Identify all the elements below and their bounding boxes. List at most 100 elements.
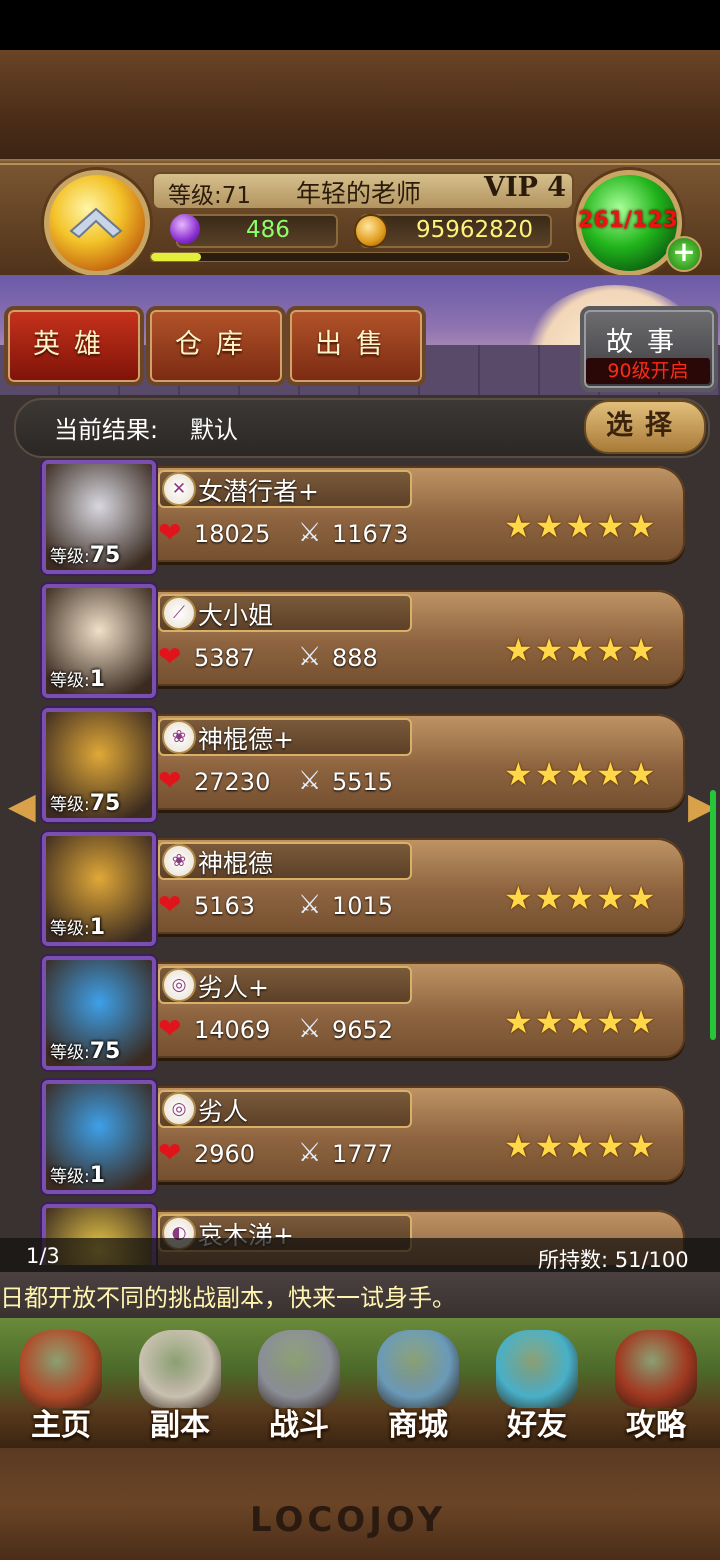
hero-level: 等级:75 (50, 1039, 121, 1064)
hero-portrait[interactable]: 等级:75 (42, 956, 156, 1070)
heart-icon: ❤ (158, 888, 182, 921)
hero-name: 劣人 (198, 1097, 249, 1126)
prev-page-arrow-icon[interactable]: ◀ (8, 786, 36, 827)
star-icon: ★ (534, 1127, 564, 1165)
hero-level: 等级:75 (50, 543, 121, 568)
hero-attack: 888 (332, 644, 378, 672)
nav-item[interactable]: 商城 (359, 1322, 477, 1446)
story-label: 故事 (606, 327, 688, 358)
hero-name: 神棍德+ (198, 725, 294, 754)
hero-portrait[interactable]: 等级:75 (42, 708, 156, 822)
star-icon: ★ (596, 879, 625, 917)
hero-portrait[interactable]: 等级:75 (42, 460, 156, 574)
nav-item[interactable]: 副本 (121, 1322, 239, 1446)
crossed-swords-icon: ⚔ (298, 1014, 322, 1044)
hero-stars: ★ ★ ★ ★ ★ (504, 632, 674, 668)
hero-row[interactable]: 等级:1 ❀ 神棍德 ❤ 5163 ⚔ 1015 ★ ★ ★ ★ ★ (40, 832, 690, 946)
nav-item[interactable]: 攻略 (597, 1322, 715, 1446)
select-button[interactable]: 选择 (584, 400, 706, 454)
heart-icon: ❤ (158, 516, 182, 549)
vip-badge[interactable]: VIP 4 (484, 172, 566, 203)
hero-portrait[interactable]: 等级:1 (42, 584, 156, 698)
star-icon: ★ (626, 631, 656, 669)
tab-heroes[interactable]: 英雄 (4, 306, 144, 386)
hero-stars: ★ ★ ★ ★ ★ (504, 1128, 674, 1164)
stamina-value: 261/123 (578, 208, 678, 233)
bow-icon: ◎ (162, 968, 196, 1002)
skull-icon (139, 1330, 221, 1408)
gold-count: 95962820 (416, 217, 534, 243)
crossed-swords-icon: ⚔ (298, 766, 322, 796)
heart-icon: ❤ (158, 1136, 182, 1169)
star-icon: ★ (565, 1127, 595, 1165)
story-unlock-hint: 90级开启 (586, 358, 710, 384)
hero-row[interactable]: 等级:1 ◎ 劣人 ❤ 2960 ⚔ 1777 ★ ★ ★ ★ ★ (40, 1080, 690, 1194)
hero-hp: 2960 (194, 1140, 256, 1168)
star-icon: ★ (596, 507, 625, 545)
star-icon: ★ (565, 1003, 595, 1041)
star-icon: ★ (504, 1127, 533, 1165)
hero-attack: 1777 (332, 1140, 394, 1168)
dagger-icon: ✕ (162, 472, 196, 506)
crossed-swords-icon: ⚔ (298, 642, 322, 672)
hero-hp: 5387 (194, 644, 256, 672)
star-icon: ★ (626, 1127, 656, 1165)
friends-icon (496, 1330, 578, 1408)
heart-icon: ❤ (158, 640, 182, 673)
star-icon: ★ (504, 631, 533, 669)
add-stamina-button[interactable]: + (666, 236, 702, 272)
hero-row[interactable]: 等级:75 ✕ 女潜行者+ ❤ 18025 ⚔ 11673 ★ ★ ★ ★ ★ (40, 460, 690, 574)
hero-list[interactable]: 等级:75 ✕ 女潜行者+ ❤ 18025 ⚔ 11673 ★ ★ ★ ★ ★ 等级:1… (0, 460, 720, 1265)
crossed-swords-icon: ⚔ (298, 1138, 322, 1168)
hero-hp: 27230 (194, 768, 271, 796)
hero-row[interactable]: 等级:1 ⟋ 大小姐 ❤ 5387 ⚔ 888 ★ ★ ★ ★ ★ (40, 584, 690, 698)
rank-orb[interactable] (44, 170, 150, 276)
star-icon: ★ (565, 631, 595, 669)
tab-warehouse[interactable]: 仓库 (146, 306, 286, 386)
star-icon: ★ (565, 755, 595, 793)
bow-icon: ◎ (162, 1092, 196, 1126)
hero-name-pill (158, 1090, 412, 1128)
hero-name: 劣人+ (198, 973, 269, 1002)
nav-item[interactable]: 好友 (478, 1322, 596, 1446)
hero-row[interactable]: 等级:75 ◎ 劣人+ ❤ 14069 ⚔ 9652 ★ ★ ★ ★ ★ (40, 956, 690, 1070)
star-icon: ★ (565, 507, 595, 545)
nav-item[interactable]: 战斗 (240, 1322, 358, 1446)
filter-value: 默认 (190, 416, 238, 444)
hero-attack: 1015 (332, 892, 394, 920)
heart-icon: ❤ (158, 1012, 182, 1045)
star-icon: ★ (534, 879, 564, 917)
hero-level: 等级:1 (50, 1163, 106, 1188)
star-icon: ★ (504, 755, 533, 793)
paw-icon: ❀ (162, 720, 196, 754)
nav-item[interactable]: 主页 (2, 1322, 120, 1446)
tab-sell[interactable]: 出售 (286, 306, 426, 386)
heart-icon: ❤ (158, 764, 182, 797)
hero-hp: 18025 (194, 520, 271, 548)
star-icon: ★ (534, 755, 564, 793)
wand-icon: ⟋ (162, 596, 196, 630)
star-icon: ★ (626, 507, 656, 545)
house-icon (20, 1330, 102, 1408)
top-frame (0, 50, 720, 165)
star-icon: ★ (596, 755, 625, 793)
hero-name-pill (158, 594, 412, 632)
brand-logo: LOCOJOY (250, 1500, 447, 1540)
hero-portrait[interactable]: 等级:1 (42, 832, 156, 946)
crossed-swords-icon: ⚔ (298, 518, 322, 548)
page-indicator: 1/3 (26, 1244, 60, 1268)
sword-icon (258, 1330, 340, 1408)
hero-row[interactable]: 等级:75 ❀ 神棍德+ ❤ 27230 ⚔ 5515 ★ ★ ★ ★ ★ (40, 708, 690, 822)
paw-icon: ❀ (162, 844, 196, 878)
star-icon: ★ (565, 879, 595, 917)
hero-portrait[interactable]: 等级:1 (42, 1080, 156, 1194)
gem-icon (170, 214, 200, 244)
player-level: 等级:71 (168, 183, 252, 209)
nav-label: 商城 (388, 1408, 448, 1443)
star-icon: ★ (504, 1003, 533, 1041)
hero-name: 女潜行者+ (198, 477, 319, 506)
list-scrollbar[interactable] (710, 790, 716, 1040)
star-icon: ★ (596, 1127, 625, 1165)
star-icon: ★ (596, 1003, 625, 1041)
hero-stars: ★ ★ ★ ★ ★ (504, 1004, 674, 1040)
